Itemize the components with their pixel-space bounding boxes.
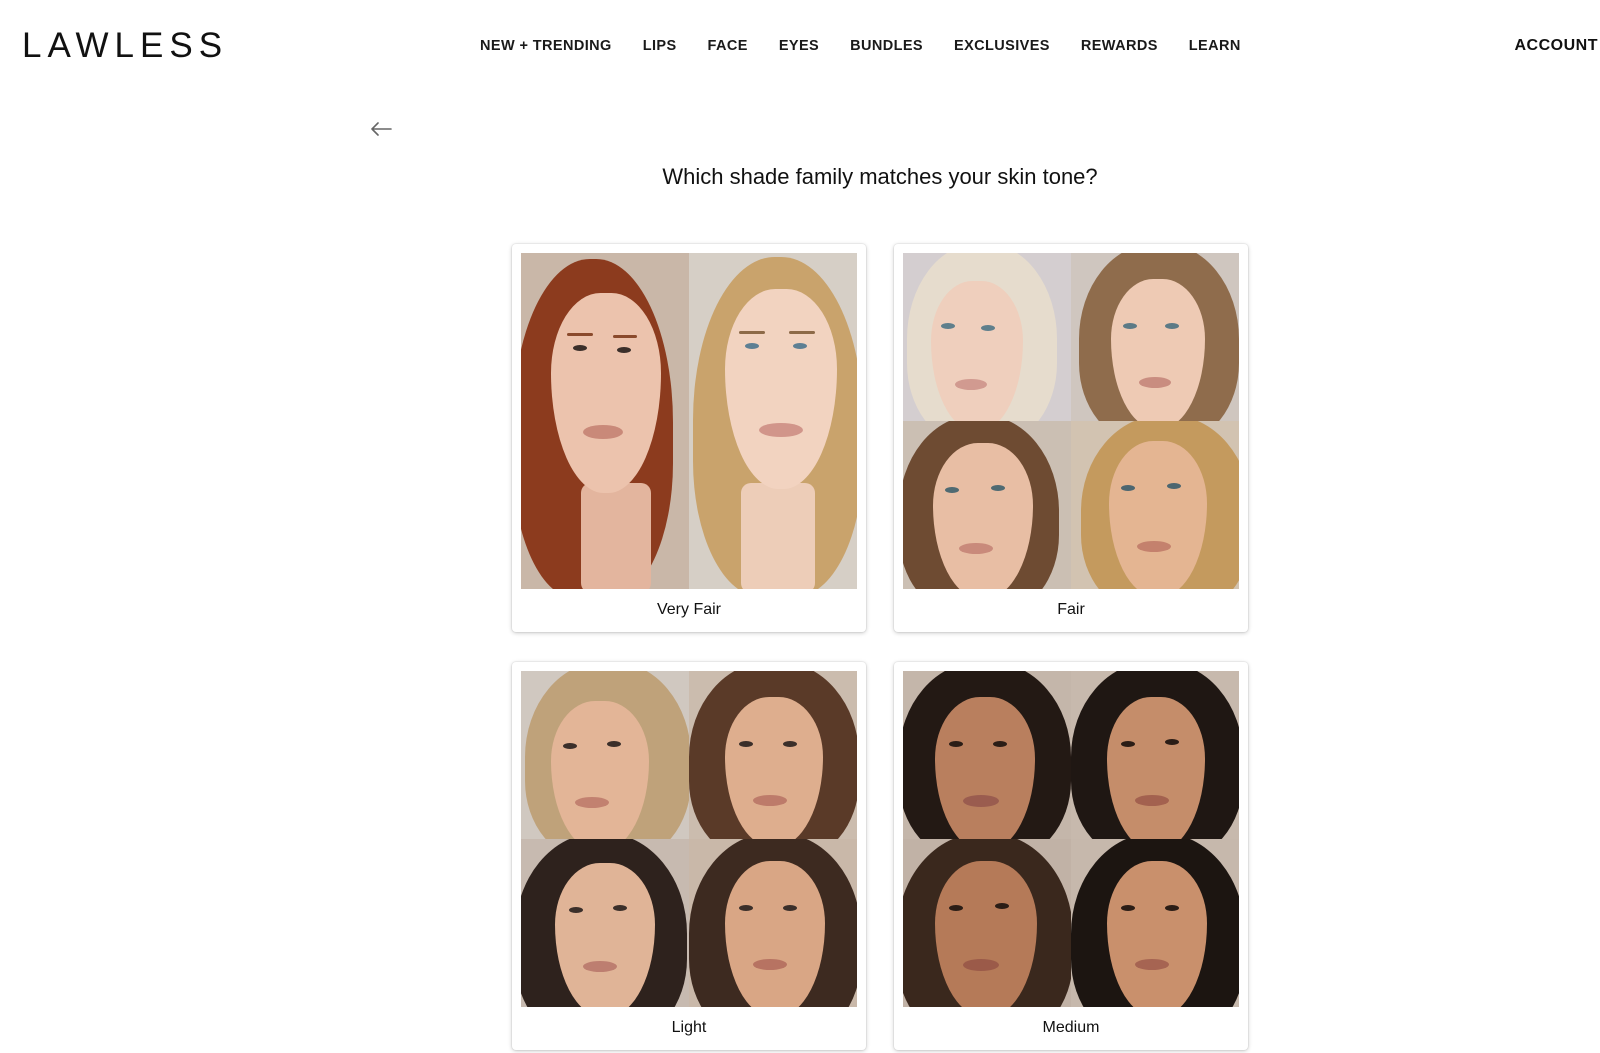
very-fair-photo bbox=[521, 253, 857, 589]
option-label: Light bbox=[671, 1019, 707, 1036]
option-label: Medium bbox=[1042, 1019, 1100, 1036]
nav-item-lips[interactable]: LIPS bbox=[643, 38, 677, 54]
nav-item-eyes[interactable]: EYES bbox=[779, 38, 819, 54]
arrow-left-icon bbox=[371, 122, 392, 136]
option-card-very-fair[interactable]: Very Fair bbox=[512, 244, 866, 632]
light-photo bbox=[521, 671, 857, 1007]
shade-quiz-page: LAWLESS NEW + TRENDING LIPS FACE EYES BU… bbox=[0, 0, 1600, 1053]
option-card-fair[interactable]: Fair bbox=[894, 244, 1248, 632]
nav-item-new-trending[interactable]: NEW + TRENDING bbox=[480, 38, 612, 54]
option-card-medium[interactable]: Medium bbox=[894, 662, 1248, 1050]
option-card-light[interactable]: Light bbox=[512, 662, 866, 1050]
shade-options-grid: Very Fair Fair Light Medium bbox=[512, 244, 1248, 1050]
nav-item-rewards[interactable]: REWARDS bbox=[1081, 38, 1158, 54]
option-label: Fair bbox=[1057, 601, 1085, 618]
medium-photo bbox=[903, 671, 1239, 1007]
nav-item-bundles[interactable]: BUNDLES bbox=[850, 38, 923, 54]
nav-item-exclusives[interactable]: EXCLUSIVES bbox=[954, 38, 1050, 54]
main-nav: NEW + TRENDING LIPS FACE EYES BUNDLES EX… bbox=[480, 36, 1241, 56]
account-link[interactable]: ACCOUNT bbox=[1515, 37, 1599, 55]
fair-photo bbox=[903, 253, 1239, 589]
lawless-logo[interactable]: LAWLESS bbox=[22, 26, 228, 66]
nav-item-learn[interactable]: LEARN bbox=[1189, 38, 1241, 54]
back-button[interactable] bbox=[368, 118, 394, 140]
quiz-question: Which shade family matches your skin ton… bbox=[662, 164, 1098, 189]
option-label: Very Fair bbox=[656, 601, 721, 618]
nav-item-face[interactable]: FACE bbox=[708, 38, 748, 54]
site-header: LAWLESS NEW + TRENDING LIPS FACE EYES BU… bbox=[0, 0, 1600, 92]
